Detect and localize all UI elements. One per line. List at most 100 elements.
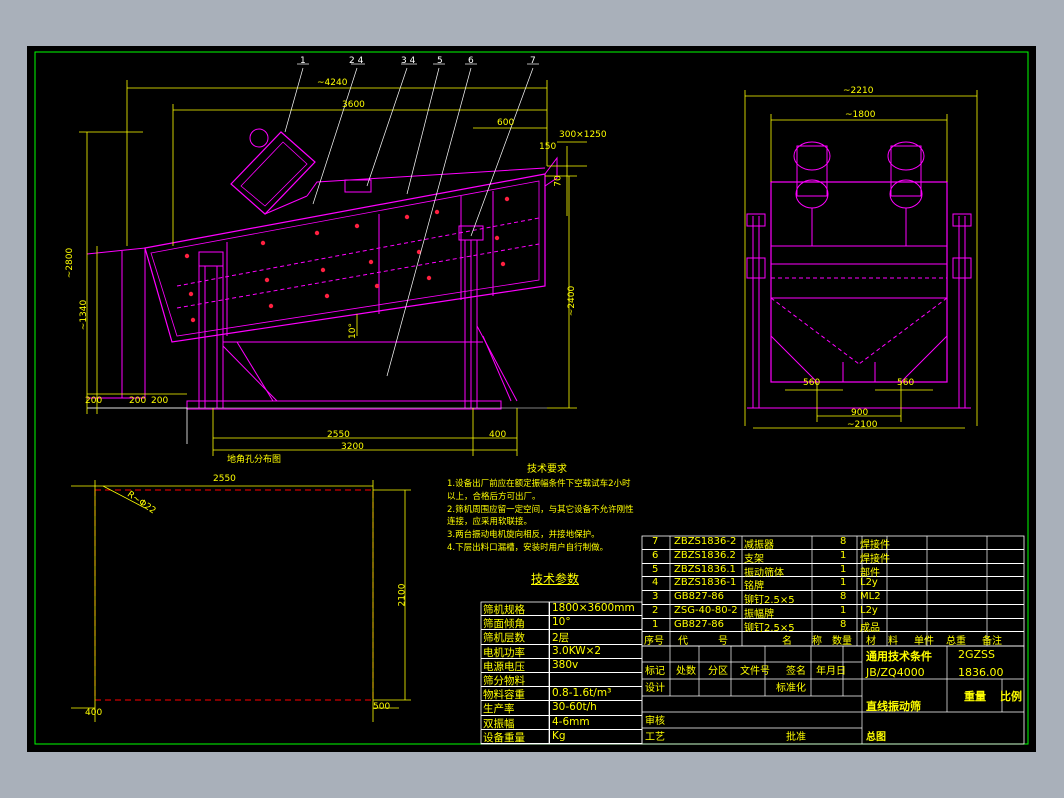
params-key: 筛机规格 (483, 604, 525, 616)
tb-review: 审核 (645, 716, 665, 727)
bom-header-cell: 称 (812, 636, 822, 648)
params-key: 筛面倾角 (483, 618, 525, 631)
params-row: 电机功率 3.0KW×2 (481, 644, 642, 659)
params-row: 物料容重 0.8-1.6t/m³ (481, 687, 642, 702)
plan-dim-500: 500 (373, 702, 391, 712)
dim-200a: 200 (85, 396, 103, 406)
bom-qty: 8 (840, 618, 847, 630)
bom-header-cell: 数量 (832, 636, 852, 648)
bom-code: ZBZS1836.1 (674, 563, 736, 575)
tb-mark: 标记 (645, 666, 665, 677)
params-key: 物料容重 (483, 689, 525, 702)
dim-2550: 2550 (327, 430, 350, 440)
tb-date: 年月日 (816, 666, 846, 677)
params-value: 10° (549, 616, 571, 631)
bom-name: 减振器 (744, 540, 774, 551)
params-row: 筛面倾角 10° (481, 616, 642, 631)
tb-drawing-name: 直线振动筛 (866, 700, 921, 713)
bom-name: 振动筛体 (744, 567, 784, 579)
params-value: 30-60t/h (549, 701, 597, 716)
bom-no: 1 (652, 618, 659, 630)
params-value: 4-6mm (549, 715, 590, 730)
params-key: 电机功率 (483, 646, 525, 659)
plan-caption: 地角孔分布图 (227, 455, 282, 465)
drawing-canvas: 1 2 4 3 4 5 6 7 ~4240 3600 600 300×1250 … (27, 46, 1036, 752)
bom-qty: 8 (840, 536, 847, 547)
bom-header-cell: 备注 (982, 636, 1002, 648)
bom-code: ZBZS1836-2 (674, 536, 737, 547)
text-layer: 1 2 4 3 4 5 6 7 ~4240 3600 600 300×1250 … (27, 46, 1036, 752)
dim-900: 900 (851, 408, 869, 418)
bom-no: 2 (652, 604, 659, 616)
params-key: 双振幅 (483, 717, 515, 730)
bom-qty: 1 (840, 577, 847, 589)
params-value: 380v (549, 658, 578, 673)
dim-2100: ~2100 (847, 420, 878, 430)
dim-3600: 3600 (342, 100, 365, 110)
bom-no: 6 (652, 549, 659, 561)
tb-approve: 批准 (786, 732, 806, 743)
params-value (549, 673, 552, 688)
tech-req-line: 3.两台振动电机旋向相反，并接地保护。 (447, 530, 600, 541)
bom-material: L2y (860, 577, 878, 589)
bom-header-cell: 序号 (644, 636, 664, 648)
tech-req-line: 4.下层出料口漏槽，安装时用户自行制做。 (447, 542, 609, 553)
tech-req-list: 1.设备出厂前应在额定振幅条件下空载试车2小时 以上，合格后方可出厂。 2.筛机周围… (447, 478, 634, 555)
balloon-3: 3 4 (401, 56, 416, 66)
tb-weight: 1836.00 (958, 666, 1004, 679)
title-block: 标记 处数 分区 文件号 签名 年月日 设计 标准化 审核 工艺 批准 通用技术… (642, 646, 1024, 744)
bom-no: 4 (652, 577, 659, 589)
params-title: 技术参数 (531, 572, 580, 586)
params-key: 设备重量 (483, 731, 525, 744)
params-row: 生产率 30-60t/h (481, 701, 642, 716)
tb-process: 工艺 (645, 732, 665, 743)
params-value: 3.0KW×2 (549, 644, 601, 659)
params-value: 2层 (549, 630, 569, 645)
dim-560a: 560 (803, 378, 821, 388)
dim-300: 300×1250 (559, 130, 607, 140)
bom-qty: 1 (840, 604, 847, 616)
tech-req-line: 1.设备出厂前应在额定振幅条件下空载试车2小时 (447, 479, 631, 489)
bom-row: 7 ZBZS1836-2 减振器 8 焊接件 (642, 536, 1024, 551)
bom-name: 振幅牌 (744, 608, 774, 620)
bom-row: 6 ZBZS1836.2 支架 1 焊接件 (642, 549, 1024, 565)
bom-row: 5 ZBZS1836.1 振动筛体 1 部件 (642, 563, 1024, 579)
bom-material: L2y (860, 604, 878, 616)
params-row: 筛机规格 1800×3600mm (481, 602, 642, 617)
balloon-4: 5 (437, 56, 443, 66)
params-key: 生产率 (483, 703, 515, 716)
bom-row: 2 ZSG-40-80-2 振幅牌 1 L2y (642, 604, 1024, 620)
tech-req-line: 以上，合格后方可出厂。 (447, 491, 541, 502)
bom-material: 焊接件 (860, 553, 890, 565)
bom-code: GB827-86 (674, 618, 725, 630)
bom-material: 部件 (860, 567, 880, 579)
params-row: 电源电压 380v (481, 658, 642, 673)
bom-header-cell: 总重 (946, 636, 966, 648)
bom-no: 3 (652, 591, 659, 602)
params-value: Kg (549, 729, 566, 744)
tech-req-line: 2.筛机周围应留一定空间，与其它设备不允许刚性 (447, 504, 634, 515)
tb-count: 处数 (676, 666, 696, 677)
bom-no: 7 (652, 536, 659, 547)
dim-2800: ~2800 (65, 247, 76, 279)
params-value: 0.8-1.6t/m³ (549, 687, 611, 702)
tb-design: 设计 (645, 683, 665, 694)
bom-qty: 8 (840, 591, 847, 602)
balloon-5: 6 (468, 56, 474, 66)
balloon-2: 2 4 (349, 56, 364, 66)
bom-header-cell: 材 (866, 636, 876, 648)
bom-header-cell: 代 (678, 636, 688, 648)
bom-name: 铆钉2.5×5 (744, 622, 795, 634)
dim-200b: 200 (129, 396, 147, 406)
bom-qty: 1 (840, 549, 847, 561)
tb-standard: JB/ZQ4000 (866, 666, 925, 679)
params-row: 筛分物料 (481, 673, 642, 688)
plan-dim-2100: 2100 (397, 583, 408, 607)
tb-assembly: 总图 (866, 732, 886, 743)
bom-header-cell: 单件 (914, 636, 934, 648)
bom-row: 4 ZBZS1836-1 铭牌 1 L2y (642, 577, 1024, 592)
bom-no: 5 (652, 563, 659, 575)
tb-sign: 签名 (786, 666, 806, 677)
params-value: 1800×3600mm (549, 602, 635, 617)
dim-2400: ~2400 (567, 285, 578, 317)
